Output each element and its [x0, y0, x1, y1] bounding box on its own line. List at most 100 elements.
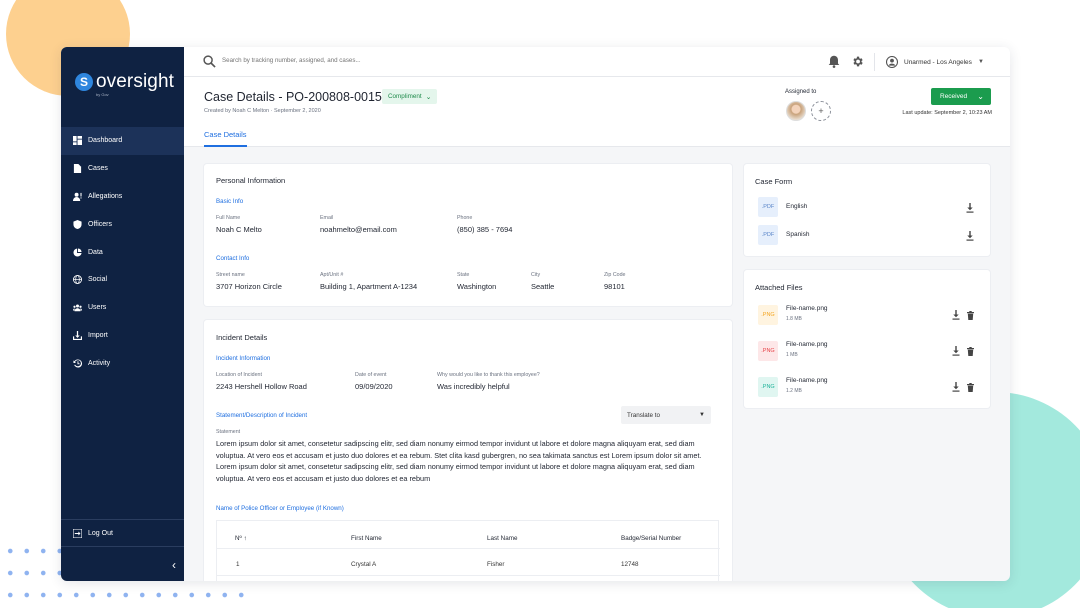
date-label: Date of event — [355, 372, 387, 378]
sidebar: S oversight by Gov Dashboard Cases Alleg… — [61, 47, 184, 581]
png-file-icon: .PNG — [758, 377, 778, 397]
download-icon[interactable] — [952, 310, 960, 320]
section-statement: Statement/Description of Incident — [216, 412, 308, 419]
chevron-down-icon: ⌄ — [977, 92, 984, 101]
sidebar-item-label: Allegations — [88, 192, 123, 200]
sidebar-item-users[interactable]: Users — [61, 294, 184, 322]
sidebar-item-label: Users — [88, 304, 107, 312]
logout-label: Log Out — [88, 529, 113, 537]
tab-case-details[interactable]: Case Details — [204, 130, 247, 147]
bell-icon[interactable] — [828, 55, 840, 68]
assignee-avatar[interactable] — [786, 101, 806, 121]
case-form-file[interactable]: .PDF English — [758, 197, 978, 219]
gear-icon[interactable] — [851, 55, 864, 68]
attached-file[interactable]: .PNG File-name.png 1.8 MB — [758, 305, 978, 327]
png-file-icon: .PNG — [758, 341, 778, 361]
column-header-number[interactable]: Nº ↑ — [235, 535, 247, 542]
thank-label: Why would you like to thank this employe… — [437, 372, 540, 378]
caret-down-icon: ▼ — [699, 412, 705, 418]
sidebar-item-cases[interactable]: Cases — [61, 155, 184, 183]
phone-value: (850) 385 - 7694 — [457, 225, 513, 234]
brand-mark-icon: S — [75, 73, 93, 91]
case-form-file[interactable]: .PDF Spanish — [758, 225, 978, 247]
shield-icon — [73, 219, 82, 229]
sidebar-item-label: Data — [88, 248, 103, 256]
card-title: Personal Information — [216, 176, 286, 185]
sidebar-item-activity[interactable]: Activity — [61, 349, 184, 377]
add-assignee-button[interactable]: + — [811, 101, 831, 121]
status-label: Received — [940, 93, 968, 100]
category-dropdown[interactable]: Compliment ⌄ — [382, 89, 438, 104]
translate-label: Translate to — [627, 411, 661, 419]
column-header-first-name[interactable]: First Name — [351, 535, 382, 542]
state-value: Washington — [457, 282, 497, 291]
file-name: File-name.png — [786, 377, 828, 384]
location-value: 2243 Hershell Hollow Road — [216, 382, 307, 391]
assigned-label: Assigned to — [785, 89, 817, 95]
statement-label: Statement — [216, 429, 241, 435]
trash-icon[interactable] — [967, 383, 974, 392]
sidebar-item-allegations[interactable]: Allegations — [61, 183, 184, 211]
apt-label: Apt/Unit # — [320, 272, 344, 278]
pdf-file-icon: .PDF — [758, 225, 778, 245]
phone-label: Phone — [457, 215, 473, 221]
attached-file[interactable]: .PNG File-name.png 1 MB — [758, 341, 978, 363]
download-icon[interactable] — [966, 203, 974, 213]
attached-file[interactable]: .PNG File-name.png 1.2 MB — [758, 377, 978, 399]
sidebar-nav: Dashboard Cases Allegations Officers Dat… — [61, 127, 184, 377]
trash-icon[interactable] — [967, 311, 974, 320]
incident-details-card: Incident Details Incident Information Lo… — [204, 320, 732, 581]
city-value: Seattle — [531, 282, 555, 291]
street-value: 3707 Horizon Circle — [216, 282, 282, 291]
column-header-last-name[interactable]: Last Name — [487, 535, 517, 542]
plus-icon: + — [818, 106, 824, 116]
translate-dropdown[interactable]: Translate to ▼ — [621, 406, 711, 424]
brand-sub: by Gov — [96, 92, 109, 97]
sidebar-item-officers[interactable]: Officers — [61, 210, 184, 238]
status-dropdown[interactable]: Received ⌄ — [931, 88, 991, 105]
full-name-label: Full Name — [216, 215, 241, 221]
account-icon — [886, 56, 898, 68]
cell-badge: 12748 — [621, 561, 639, 568]
last-update: Last update: September 2, 10:23 AM — [902, 110, 992, 116]
user-name: Unarmed - Los Angeles — [904, 58, 972, 66]
search-icon — [203, 55, 216, 68]
document-icon — [73, 164, 82, 174]
sidebar-item-import[interactable]: Import — [61, 322, 184, 350]
page-title: Case Details - PO-200808-00151 — [204, 90, 389, 104]
card-title: Case Form — [755, 177, 793, 186]
users-icon — [73, 303, 82, 312]
logout-button[interactable]: Log Out — [61, 519, 184, 547]
import-icon — [73, 330, 82, 340]
sidebar-item-label: Activity — [88, 359, 111, 367]
column-header-badge[interactable]: Badge/Serial Number — [621, 535, 681, 542]
download-icon[interactable] — [952, 346, 960, 356]
history-icon — [73, 359, 82, 368]
email-label: Email — [320, 215, 334, 221]
card-title: Incident Details — [216, 333, 268, 342]
file-size: 1.8 MB — [786, 316, 802, 322]
file-size: 1.2 MB — [786, 388, 802, 394]
search-input[interactable] — [222, 57, 522, 64]
download-icon[interactable] — [952, 382, 960, 392]
top-bar: Unarmed - Los Angeles ▼ — [184, 47, 1010, 77]
file-name: English — [786, 203, 808, 210]
sidebar-item-social[interactable]: Social — [61, 266, 184, 294]
sidebar-item-dashboard[interactable]: Dashboard — [61, 127, 184, 155]
user-menu[interactable]: Unarmed - Los Angeles ▼ — [886, 56, 984, 68]
trash-icon[interactable] — [967, 347, 974, 356]
sidebar-item-label: Cases — [88, 165, 108, 173]
case-form-card: Case Form .PDF English .PDF Spanish — [744, 164, 990, 256]
sidebar-item-data[interactable]: Data — [61, 238, 184, 266]
officer-table: Nº ↑ First Name Last Name Badge/Serial N… — [216, 520, 720, 581]
download-icon[interactable] — [966, 231, 974, 241]
brand-name: oversight — [96, 71, 174, 92]
case-header: Case Details - PO-200808-00151 Complimen… — [184, 77, 1010, 147]
topbar-divider — [874, 53, 875, 71]
date-value: 09/09/2020 — [355, 382, 393, 391]
cell-last-name: Fisher — [487, 561, 505, 568]
brand-logo[interactable]: S oversight — [75, 71, 174, 93]
street-label: Street name — [216, 272, 245, 278]
chevron-down-icon: ▼ — [977, 59, 984, 65]
collapse-sidebar-icon[interactable]: ‹ — [172, 558, 176, 572]
